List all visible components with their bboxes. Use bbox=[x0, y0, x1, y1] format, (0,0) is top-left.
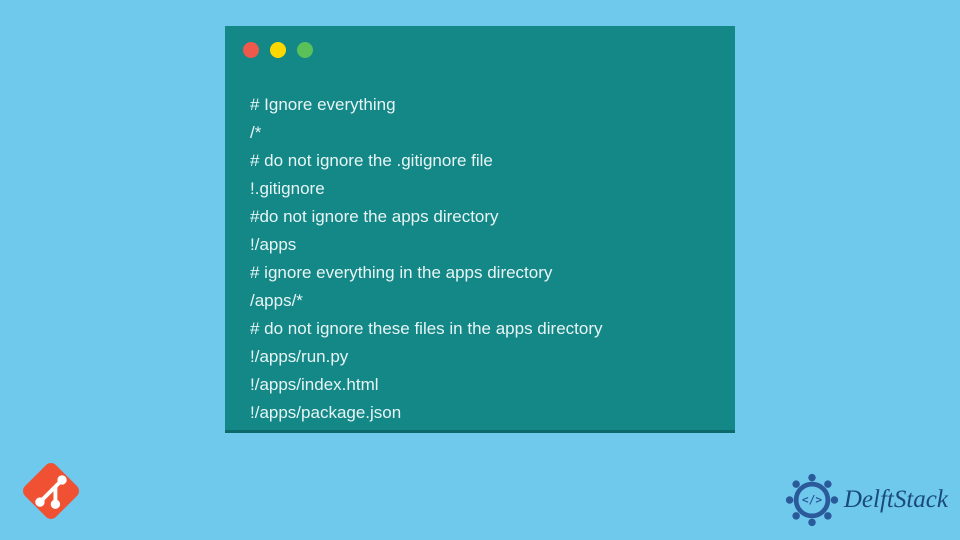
close-dot-icon bbox=[243, 42, 259, 58]
code-line: # ignore everything in the apps director… bbox=[250, 259, 715, 287]
code-window: # Ignore everything /* # do not ignore t… bbox=[225, 26, 735, 433]
code-line: !/apps bbox=[250, 231, 715, 259]
code-line: !.gitignore bbox=[250, 175, 715, 203]
svg-text:</>: </> bbox=[802, 494, 822, 507]
minimize-dot-icon bbox=[270, 42, 286, 58]
code-line: #do not ignore the apps directory bbox=[250, 203, 715, 231]
delftstack-name: DelftStack bbox=[844, 486, 948, 514]
code-line: !/apps/index.html bbox=[250, 371, 715, 399]
code-line: !/apps/run.py bbox=[250, 343, 715, 371]
code-content: # Ignore everything /* # do not ignore t… bbox=[250, 91, 715, 427]
code-line: # do not ignore these files in the apps … bbox=[250, 315, 715, 343]
code-line: # do not ignore the .gitignore file bbox=[250, 147, 715, 175]
delftstack-badge-icon: </> bbox=[784, 472, 840, 528]
code-line: # Ignore everything bbox=[250, 91, 715, 119]
maximize-dot-icon bbox=[297, 42, 313, 58]
git-logo-icon bbox=[12, 452, 90, 530]
code-line: /apps/* bbox=[250, 287, 715, 315]
code-line: /* bbox=[250, 119, 715, 147]
delftstack-logo: </> DelftStack bbox=[784, 472, 948, 528]
code-line: !/apps/package.json bbox=[250, 399, 715, 427]
window-controls bbox=[243, 42, 313, 58]
